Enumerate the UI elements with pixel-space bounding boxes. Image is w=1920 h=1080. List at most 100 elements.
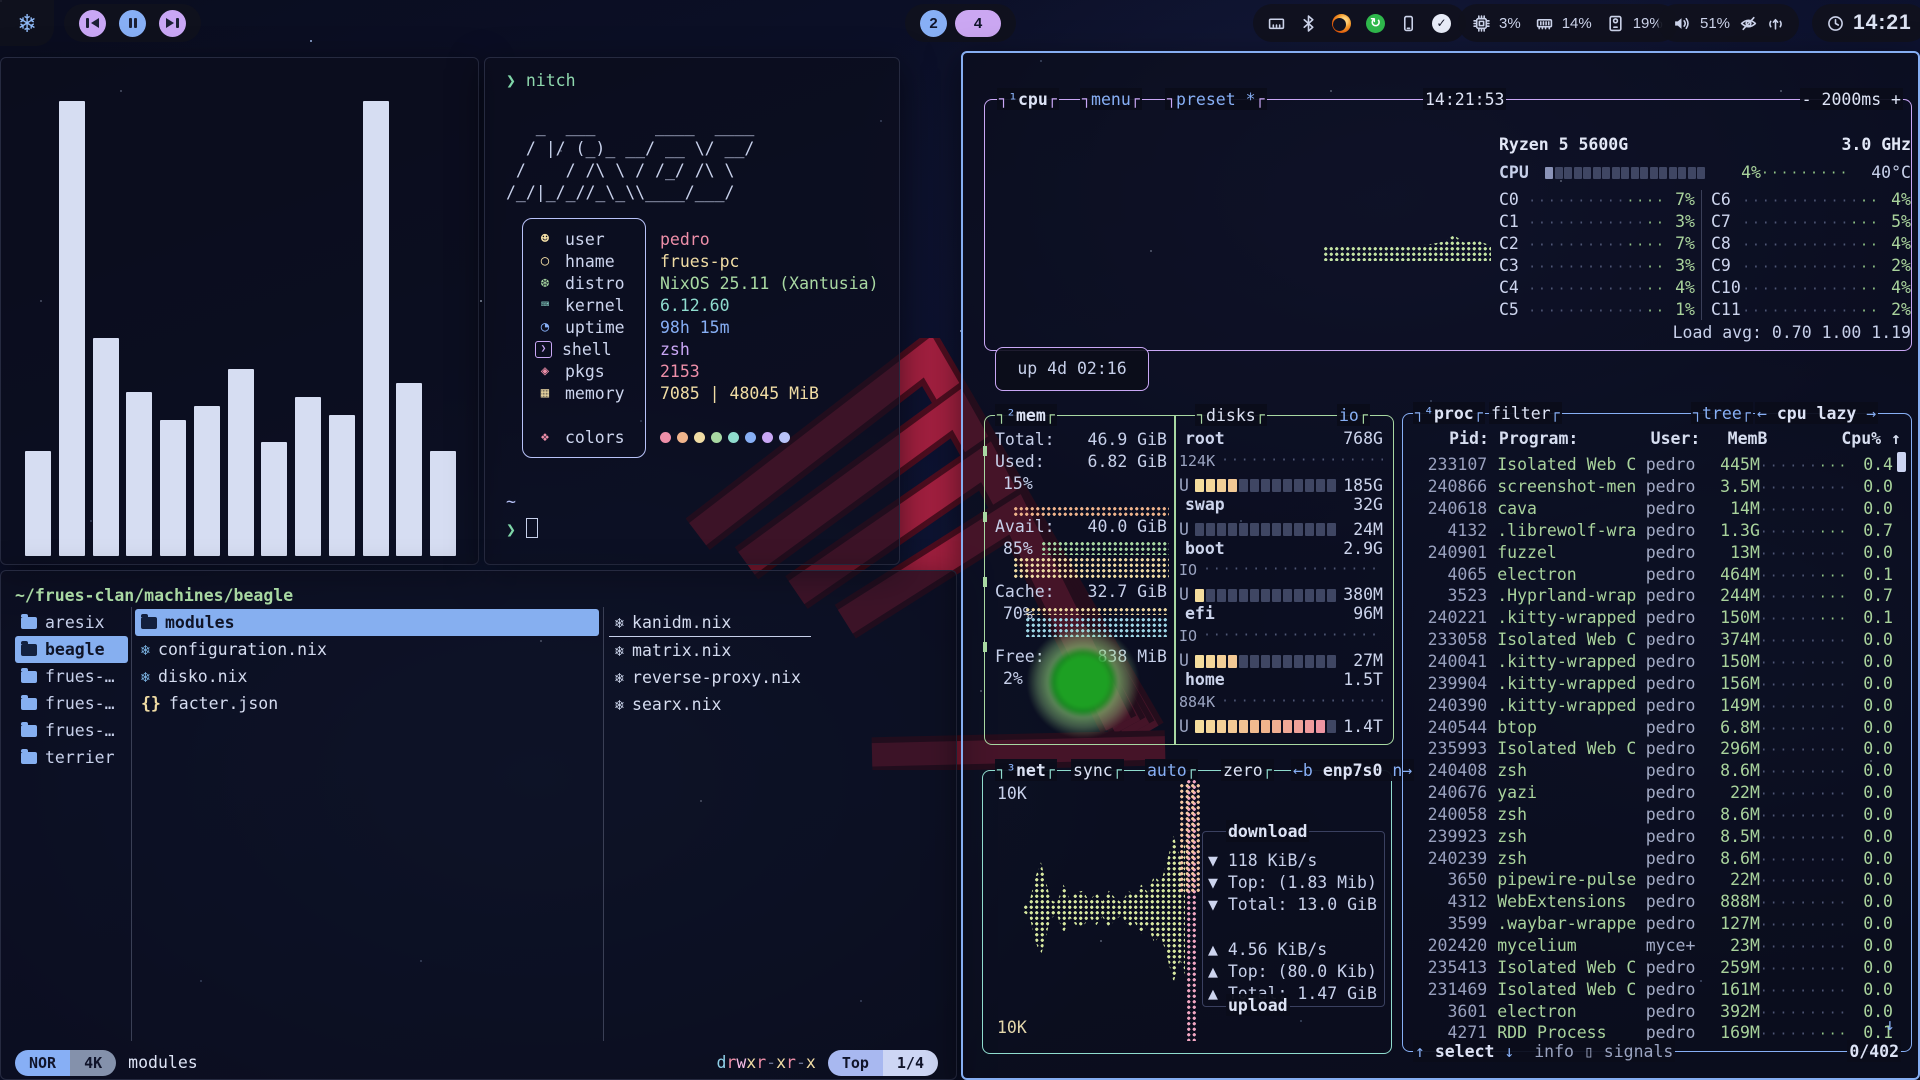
process-row-240221[interactable]: 240221.kitty-wrappedpedro150M·········0.… xyxy=(1413,607,1893,629)
preview-row-kanidmnix[interactable]: ❄kanidm.nix xyxy=(609,609,811,637)
proc-filter-button[interactable]: filter┌ xyxy=(1489,402,1562,424)
scroll-down-indicator[interactable]: ↓ xyxy=(1885,1014,1895,1036)
clock-icon xyxy=(1827,15,1844,32)
core-row-C8: C8··············4% xyxy=(1711,232,1911,254)
proc-panel-title[interactable]: ┐⁴proc┌ xyxy=(1413,402,1485,424)
ethernet-icon[interactable] xyxy=(1268,15,1285,32)
net-zero-toggle[interactable]: zero┌ xyxy=(1221,759,1274,781)
process-row-240058[interactable]: 240058zshpedro8.6M·········0.0 xyxy=(1413,804,1893,826)
process-row-240901[interactable]: 240901fuzzelpedro13M·········0.0 xyxy=(1413,541,1893,563)
mem-panel-title[interactable]: ┐²mem┌ xyxy=(995,404,1057,426)
file-row-configurationnix[interactable]: ❄configuration.nix xyxy=(135,636,599,663)
process-row-3650[interactable]: 3650pipewire-pulsepedro22M·········0.0 xyxy=(1413,869,1893,891)
syncthing-icon[interactable]: ↻ xyxy=(1366,14,1385,33)
net-panel-title[interactable]: ┐³net┌ xyxy=(995,759,1057,781)
sidebar-dir-beagle[interactable]: beagle xyxy=(15,636,128,663)
size-badge: 4K xyxy=(70,1050,116,1076)
cpu-usage-graph xyxy=(1323,235,1491,261)
process-row-235413[interactable]: 235413Isolated Web Cpedro259M·········0.… xyxy=(1413,956,1893,978)
preview-row-searxnix[interactable]: ❄searx.nix xyxy=(609,691,939,718)
process-row-4312[interactable]: 4312WebExtensionspedro888M·········0.0 xyxy=(1413,891,1893,913)
process-row-240390[interactable]: 240390.kitty-wrappedpedro149M·········0.… xyxy=(1413,694,1893,716)
preview-row-matrixnix[interactable]: ❄matrix.nix xyxy=(609,637,939,664)
net-panel: ┐³net┌ sync┌ auto┌ zero┌ ←b enp7s0 n→ 10… xyxy=(982,770,1392,1054)
bluetooth-icon[interactable] xyxy=(1300,15,1317,32)
process-row-239923[interactable]: 239923zshpedro8.5M·········0.0 xyxy=(1413,825,1893,847)
media-next-button[interactable] xyxy=(159,10,186,37)
net-auto-toggle[interactable]: auto┌ xyxy=(1145,759,1198,781)
media-previous-button[interactable] xyxy=(79,10,106,37)
nitch-value-uptime: 98h 15m xyxy=(660,316,879,338)
nitch-row-colors: ❖colors xyxy=(535,426,625,448)
breadcrumb-path: ~/frues-clan/machines/beagle xyxy=(15,585,293,607)
sidebar-dir-aresix[interactable]: aresix xyxy=(15,609,128,636)
process-row-233058[interactable]: 233058Isolated Web Cpedro374M·········0.… xyxy=(1413,629,1893,651)
preset-button[interactable]: ┐preset *┌ xyxy=(1165,88,1267,110)
process-row-4065[interactable]: 4065electronpedro464M·········0.1 xyxy=(1413,563,1893,585)
proc-sort-control[interactable]: ← cpu lazy → xyxy=(1755,402,1878,424)
file-row-diskonix[interactable]: ❄disko.nix xyxy=(135,663,599,690)
preview-row-reverseproxynix[interactable]: ❄reverse-proxy.nix xyxy=(609,664,939,691)
volume-icon[interactable] xyxy=(1673,15,1690,32)
update-interval-control[interactable]: - 2000ms + xyxy=(1800,88,1903,110)
process-row-3523[interactable]: 3523.Hyprland-wrappedro244M·········0.7 xyxy=(1413,585,1893,607)
info-button[interactable]: info xyxy=(1534,1042,1574,1061)
cpu-total-meter xyxy=(1545,167,1709,179)
process-row-233107[interactable]: 233107Isolated Web Cpedro445M·········0.… xyxy=(1413,454,1893,476)
process-row-239904[interactable]: 239904.kitty-wrappedpedro156M·········0.… xyxy=(1413,672,1893,694)
nixos-launcher-button[interactable]: ❄ xyxy=(0,0,54,46)
cpu-panel-title[interactable]: ┐¹cpu┌ xyxy=(997,88,1059,110)
disk-efi-io: IO······················ xyxy=(1179,625,1383,647)
proc-tree-toggle[interactable]: ┐tree┌ xyxy=(1691,402,1753,424)
workspace-2[interactable]: 2 xyxy=(920,10,947,37)
disks-list: root768G124K······················U185Gs… xyxy=(1177,416,1389,744)
cpu-model-row: Ryzen 5 5600G 3.0 GHz xyxy=(1499,134,1911,156)
file-row-modules[interactable]: modules xyxy=(135,609,599,636)
sidebar-dir-terrier[interactable]: terrier xyxy=(15,744,128,771)
nitch-labels: ☻user○hname❆distro⌨kernel◔uptime❯shell◈p… xyxy=(535,228,625,448)
process-row-240544[interactable]: 240544btoppedro6.8M·········0.0 xyxy=(1413,716,1893,738)
sidebar-dir-frues[interactable]: frues-… xyxy=(15,717,128,744)
process-row-240041[interactable]: 240041.kitty-wrappedpedro150M·········0.… xyxy=(1413,651,1893,673)
workspace-4-active[interactable]: 4 xyxy=(955,10,1001,37)
process-row-240239[interactable]: 240239zshpedro8.6M·········0.0 xyxy=(1413,847,1893,869)
process-row-240866[interactable]: 240866screenshot-menpedro3.5M·········0.… xyxy=(1413,476,1893,498)
file-row-facterjson[interactable]: {}facter.json xyxy=(135,690,599,717)
broadcast-icon[interactable] xyxy=(1767,15,1784,32)
prompt-cursor-line: ❯ xyxy=(506,518,538,541)
sidebar-dir-frues[interactable]: frues-… xyxy=(15,663,128,690)
proc-scrollbar[interactable] xyxy=(1897,452,1906,472)
net-interface-switcher[interactable]: ←b enp7s0 n→ xyxy=(1291,759,1414,781)
disk-home-io: 884K······················ xyxy=(1179,691,1383,713)
net-sync-toggle[interactable]: sync┌ xyxy=(1071,759,1124,781)
phone-icon[interactable] xyxy=(1400,15,1417,32)
menu-button[interactable]: ┐menu┌ xyxy=(1080,88,1142,110)
sidebar-dir-frues[interactable]: frues-… xyxy=(15,690,128,717)
verified-check-icon[interactable]: ✓ xyxy=(1432,14,1451,33)
mem-disks-divider xyxy=(1174,416,1176,744)
zen-browser-icon[interactable] xyxy=(1332,14,1351,33)
ram-icon xyxy=(1536,15,1553,32)
selected-file-name: modules xyxy=(128,1052,198,1074)
nitch-row-user: ☻user xyxy=(535,228,625,250)
process-row-202420[interactable]: 202420myceliummyce+23M·········0.0 xyxy=(1413,935,1893,957)
disk-swap: swap32G xyxy=(1185,494,1383,516)
signals-button[interactable]: signals xyxy=(1604,1042,1674,1061)
process-table: 233107Isolated Web Cpedro445M·········0.… xyxy=(1413,454,1893,1044)
mem-cache-graph xyxy=(1025,607,1169,615)
nix-file-icon: ❄ xyxy=(615,669,624,687)
process-row-235993[interactable]: 235993Isolated Web Cpedro296M·········0.… xyxy=(1413,738,1893,760)
process-row-231469[interactable]: 231469Isolated Web Cpedro161M·········0.… xyxy=(1413,978,1893,1000)
process-row-3601[interactable]: 3601electronpedro392M·········0.0 xyxy=(1413,1000,1893,1022)
process-row-4132[interactable]: 4132.librewolf-wrapedro1.3G·········0.7 xyxy=(1413,520,1893,542)
eye-off-icon[interactable] xyxy=(1740,15,1757,32)
process-row-240618[interactable]: 240618cavapedro14M·········0.0 xyxy=(1413,498,1893,520)
folder-icon xyxy=(21,671,37,683)
process-row-240408[interactable]: 240408zshpedro8.6M·········0.0 xyxy=(1413,760,1893,782)
process-row-3599[interactable]: 3599.waybar-wrappepedro127M·········0.0 xyxy=(1413,913,1893,935)
media-pause-button[interactable] xyxy=(119,10,146,37)
core-row-C7: C7··············5% xyxy=(1711,210,1911,232)
process-row-240676[interactable]: 240676yazipedro22M·········0.0 xyxy=(1413,782,1893,804)
scroll-pill: Top 1/4 xyxy=(828,1050,938,1076)
folder-icon xyxy=(21,698,37,710)
